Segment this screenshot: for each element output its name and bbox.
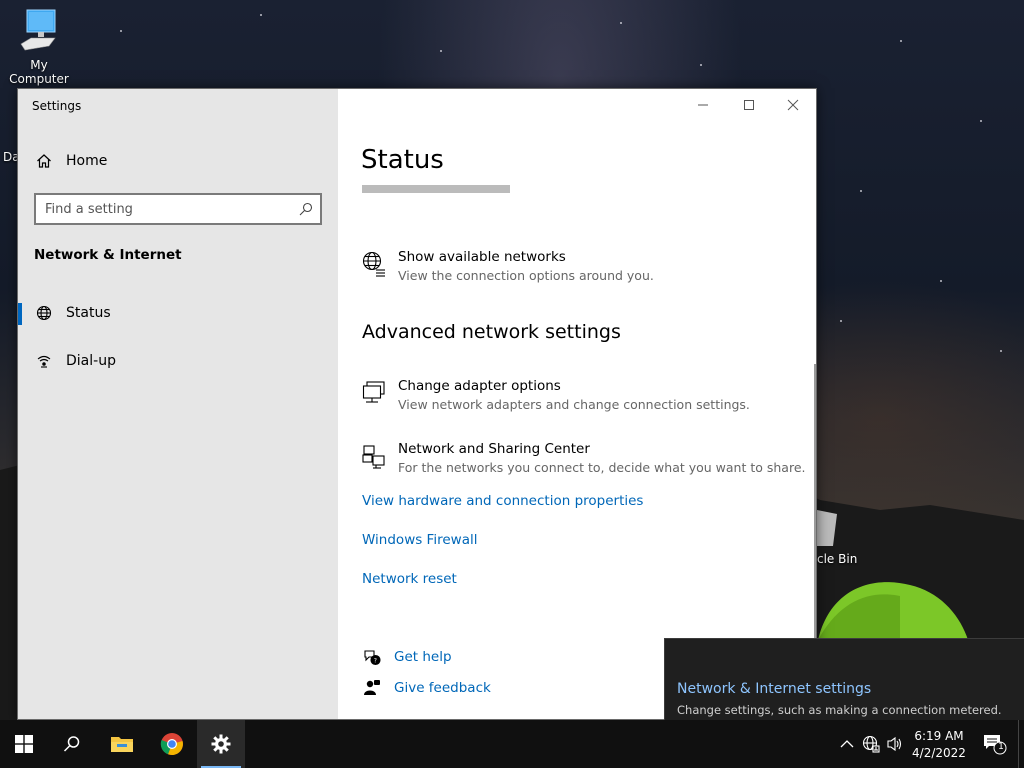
sidebar-item-label: Status	[66, 305, 111, 321]
minimize-button[interactable]	[680, 89, 726, 121]
nav-home[interactable]: Home	[18, 141, 338, 181]
computer-icon	[0, 8, 78, 55]
windows-firewall-link[interactable]: Windows Firewall	[362, 532, 477, 548]
settings-content: Status Show available networks View the …	[338, 89, 816, 719]
sidebar-item-dial-up[interactable]: Dial-up	[18, 341, 338, 381]
page-title: Status	[361, 145, 444, 175]
search-input[interactable]	[36, 201, 292, 217]
show-hidden-icons-button[interactable]	[837, 734, 857, 754]
search-icon[interactable]	[292, 202, 320, 216]
search-taskbar-button[interactable]	[48, 720, 96, 768]
home-icon	[34, 153, 54, 169]
desktop-icon-label: Da	[3, 150, 17, 164]
recycle-bin-icon	[817, 506, 867, 549]
minimize-icon	[698, 104, 708, 106]
maximize-icon	[744, 100, 754, 110]
sidebar-item-status[interactable]: Status	[18, 293, 338, 333]
item-description: View network adapters and change connect…	[398, 397, 750, 412]
start-button[interactable]	[0, 720, 48, 768]
settings-sidebar: Settings Home Network & Internet	[18, 89, 338, 719]
volume-tray-button[interactable]	[885, 734, 905, 754]
desktop-icon-label: cle Bin	[817, 552, 858, 566]
notification-count-badge: 1	[998, 742, 1004, 752]
action-center-button[interactable]: 1	[982, 734, 1008, 755]
item-description: For the networks you connect to, decide …	[398, 460, 806, 475]
advanced-network-settings-heading: Advanced network settings	[362, 321, 621, 343]
search-icon	[63, 736, 80, 752]
maximize-button[interactable]	[726, 89, 772, 121]
desktop-icon-recycle-bin[interactable]: cle Bin	[817, 506, 867, 566]
desktop-icon-label: My Computer	[9, 58, 69, 86]
settings-taskbar-button[interactable]	[197, 720, 245, 768]
globe-icon	[34, 305, 54, 321]
progress-fill	[362, 185, 510, 193]
feedback-icon	[362, 679, 382, 697]
toast-description: Change settings, such as making a connec…	[677, 703, 1002, 717]
network-tray-button[interactable]	[861, 734, 881, 754]
window-title: Settings	[32, 99, 82, 113]
view-hardware-link[interactable]: View hardware and connection properties	[362, 493, 643, 509]
search-box[interactable]	[34, 193, 322, 225]
close-button[interactable]	[770, 89, 816, 121]
give-feedback-row[interactable]: Give feedback	[362, 677, 491, 699]
get-help-link: Get help	[394, 649, 452, 665]
toast-title[interactable]: Network & Internet settings	[677, 681, 871, 697]
speaker-icon	[887, 736, 902, 752]
change-adapter-options[interactable]: Change adapter options View network adap…	[362, 378, 802, 418]
clock-time: 6:19 AM	[914, 729, 964, 743]
folder-icon	[111, 737, 133, 752]
show-available-networks[interactable]: Show available networks View the connect…	[362, 249, 802, 289]
network-and-sharing-center[interactable]: Network and Sharing Center For the netwo…	[362, 441, 806, 481]
file-explorer-button[interactable]	[98, 720, 146, 768]
loading-progress-bar	[362, 185, 510, 193]
sidebar-item-label: Dial-up	[66, 353, 116, 369]
chrome-button[interactable]	[148, 720, 196, 768]
show-desktop-button[interactable]	[1018, 720, 1024, 768]
svg-text:?: ?	[374, 658, 377, 665]
chevron-up-icon	[840, 740, 854, 748]
selected-indicator	[18, 303, 22, 325]
chrome-icon	[160, 733, 183, 756]
dialup-icon	[34, 353, 54, 369]
taskbar-clock[interactable]: 6:19 AM 4/2/2022	[908, 728, 970, 762]
item-title: Show available networks	[398, 249, 566, 265]
network-list-icon	[362, 251, 386, 277]
network-reset-link[interactable]: Network reset	[362, 571, 457, 587]
item-title: Change adapter options	[398, 378, 561, 394]
close-icon	[787, 99, 799, 111]
gear-icon	[211, 734, 231, 754]
sharing-center-icon	[362, 443, 386, 469]
settings-window: Settings Home Network & Internet	[17, 88, 817, 720]
give-feedback-link: Give feedback	[394, 680, 491, 696]
item-title: Network and Sharing Center	[398, 441, 590, 457]
content-scrollbar[interactable]	[814, 364, 816, 639]
adapter-icon	[362, 380, 386, 406]
notification-toast[interactable]: Network & Internet settings Change setti…	[664, 638, 1024, 720]
desktop-icon-partial-left[interactable]: Da	[0, 150, 17, 164]
nav-home-label: Home	[66, 153, 108, 169]
get-help-row[interactable]: ? Get help	[362, 646, 452, 668]
clock-date: 4/2/2022	[912, 746, 966, 760]
taskbar: 6:19 AM 4/2/2022 1	[0, 720, 1024, 768]
chat-help-icon: ?	[362, 648, 382, 666]
network-globe-icon	[862, 735, 880, 753]
desktop-icon-my-computer[interactable]: My Computer	[0, 8, 78, 86]
windows-logo-icon	[15, 735, 33, 753]
item-description: View the connection options around you.	[398, 268, 654, 283]
sidebar-section-heading: Network & Internet	[34, 247, 182, 263]
